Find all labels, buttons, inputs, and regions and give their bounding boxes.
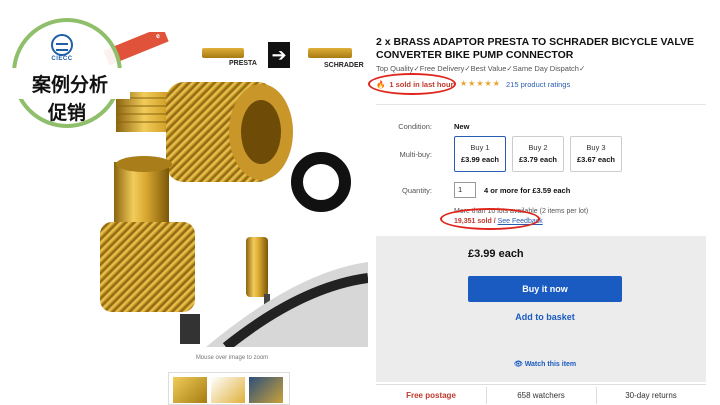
condition-value: New xyxy=(454,122,470,131)
multibuy-label: Multi-buy: xyxy=(399,150,432,159)
thumbnail-1[interactable] xyxy=(173,377,207,403)
buy-option-3[interactable]: Buy 3 £3.67 each xyxy=(570,136,622,172)
schrader-label: SCHRADER xyxy=(324,62,364,69)
quantity-label: Quantity: xyxy=(401,186,432,195)
product-title: 2 x BRASS ADAPTOR PRESTA TO SCHRADER BIC… xyxy=(376,36,694,61)
zoom-hint: Mouse over image to zoom xyxy=(195,355,269,361)
star-rating-icon: ★★★★★ xyxy=(460,79,501,88)
watchers-count: 658 watchers xyxy=(517,391,565,400)
schrader-valve-icon xyxy=(308,48,352,58)
buy-box: £3.99 each Buy it now Add to basket 👁 Wa… xyxy=(376,236,706,382)
buybox-price: £3.99 each xyxy=(468,248,524,260)
presta-valve-icon xyxy=(202,48,244,58)
buy-now-button[interactable]: Buy it now xyxy=(468,276,622,302)
thumbnail-strip xyxy=(168,372,290,405)
ciecc-logo: CIECC xyxy=(42,34,82,62)
buy-option-2[interactable]: Buy 2 £3.79 each xyxy=(512,136,564,172)
watch-item-label: Watch this item xyxy=(524,361,577,368)
presta-label: PRESTA xyxy=(229,60,257,67)
buy-option-name: Buy 3 xyxy=(586,143,606,152)
buy-option-name: Buy 1 xyxy=(470,143,490,152)
image-column: e PRESTA ➔ SCHRADER Mouse over image to … xyxy=(96,32,368,405)
arrow-right-icon: ➔ xyxy=(268,42,290,68)
case-badge: CIECC 案例分析 促销 xyxy=(10,18,130,128)
product-tagline: Top Quality✓Free Delivery✓Best Value✓Sam… xyxy=(376,64,586,73)
divider xyxy=(376,104,706,105)
buy-option-name: Buy 2 xyxy=(528,143,548,152)
product-photo xyxy=(100,82,368,347)
product-image[interactable]: e PRESTA ➔ SCHRADER xyxy=(96,32,368,347)
buy-option-price: £3.99 each xyxy=(461,155,499,164)
thumbnail-3[interactable] xyxy=(249,377,283,403)
free-postage: Free postage xyxy=(406,391,456,400)
info-footer: Free postage 658 watchers 30-day returns xyxy=(376,384,706,405)
watch-item-button[interactable]: 👁 Watch this item xyxy=(468,360,622,368)
badge-title: 案例分析 xyxy=(10,68,130,99)
add-to-basket-button[interactable]: Add to basket xyxy=(468,312,622,322)
highlight-ring-sold-count xyxy=(440,208,540,230)
buy-option-price: £3.67 each xyxy=(577,155,615,164)
eye-icon: 👁 xyxy=(513,361,525,368)
condition-label: Condition: xyxy=(398,122,432,131)
badge-subtitle: 促销 xyxy=(47,102,86,124)
buy-option-1[interactable]: Buy 1 £3.99 each xyxy=(454,136,506,172)
quantity-discount-note: 4 or more for £3.59 each xyxy=(484,186,571,195)
ratings-link[interactable]: 215 product ratings xyxy=(506,80,570,89)
ciecc-logo-icon xyxy=(51,34,73,56)
details-column: 2 x BRASS ADAPTOR PRESTA TO SCHRADER BIC… xyxy=(368,32,706,405)
slide: CIECC 案例分析 促销 e PRESTA ➔ SCHRADER Mouse … xyxy=(0,0,720,405)
thumbnail-2[interactable] xyxy=(211,377,245,403)
highlight-ring-sold-hour xyxy=(368,73,456,95)
logo-text: CIECC xyxy=(51,56,73,62)
returns-policy: 30-day returns xyxy=(625,391,677,400)
quantity-input[interactable]: 1 xyxy=(454,182,476,198)
listing-screenshot: e PRESTA ➔ SCHRADER Mouse over image to … xyxy=(96,32,706,405)
buy-option-price: £3.79 each xyxy=(519,155,557,164)
